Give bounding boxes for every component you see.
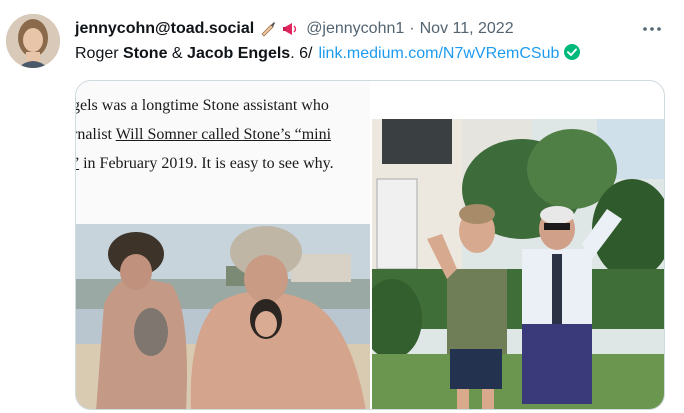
article-link: Will Somner called Stone’s “mini xyxy=(115,126,332,143)
tweet-text-part: . 6/ xyxy=(290,45,313,62)
article-text-part: in February 2019. It is easy to see why. xyxy=(79,155,334,172)
tweet-date[interactable]: Nov 11, 2022 xyxy=(420,20,514,38)
more-options-icon[interactable] xyxy=(640,22,664,36)
article-text-part: rnalist xyxy=(76,126,116,143)
article-line: rnalist Will Somner called Stone’s “mini xyxy=(76,120,334,149)
tweet-header: jennycohn@toad.social @jennycohn1 · Nov … xyxy=(75,18,514,40)
article-text: gels was a longtime Stone assistant who … xyxy=(76,91,334,178)
tweet-text-part: Roger xyxy=(75,45,124,62)
article-line: gels was a longtime Stone assistant who xyxy=(76,97,329,114)
tweet-text-part: & xyxy=(167,45,188,62)
author-handle[interactable]: @jennycohn1 xyxy=(306,20,404,38)
tweet-media[interactable]: gels was a longtime Stone assistant who … xyxy=(75,80,665,410)
avatar-image xyxy=(6,14,60,68)
writing-hand-icon xyxy=(259,20,277,38)
tweet-link[interactable]: link.medium.com/N7wVRemCSub xyxy=(318,45,559,62)
tweet-text: Roger Stone & Jacob Engels. 6/link.mediu… xyxy=(75,43,581,68)
tattoo-photo xyxy=(76,224,370,409)
megaphone-icon xyxy=(282,20,300,38)
tweet-text-bold: Jacob Engels xyxy=(187,45,291,62)
article-line: ” in February 2019. It is easy to see wh… xyxy=(76,149,334,178)
author-name[interactable]: jennycohn@toad.social xyxy=(75,20,254,38)
tweet-text-bold: Stone xyxy=(123,45,168,62)
media-image-left[interactable]: gels was a longtime Stone assistant who … xyxy=(76,81,370,409)
author-avatar[interactable] xyxy=(6,14,60,68)
separator-dot: · xyxy=(409,20,415,37)
verified-link-icon xyxy=(563,43,581,68)
media-image-right[interactable] xyxy=(372,119,664,409)
